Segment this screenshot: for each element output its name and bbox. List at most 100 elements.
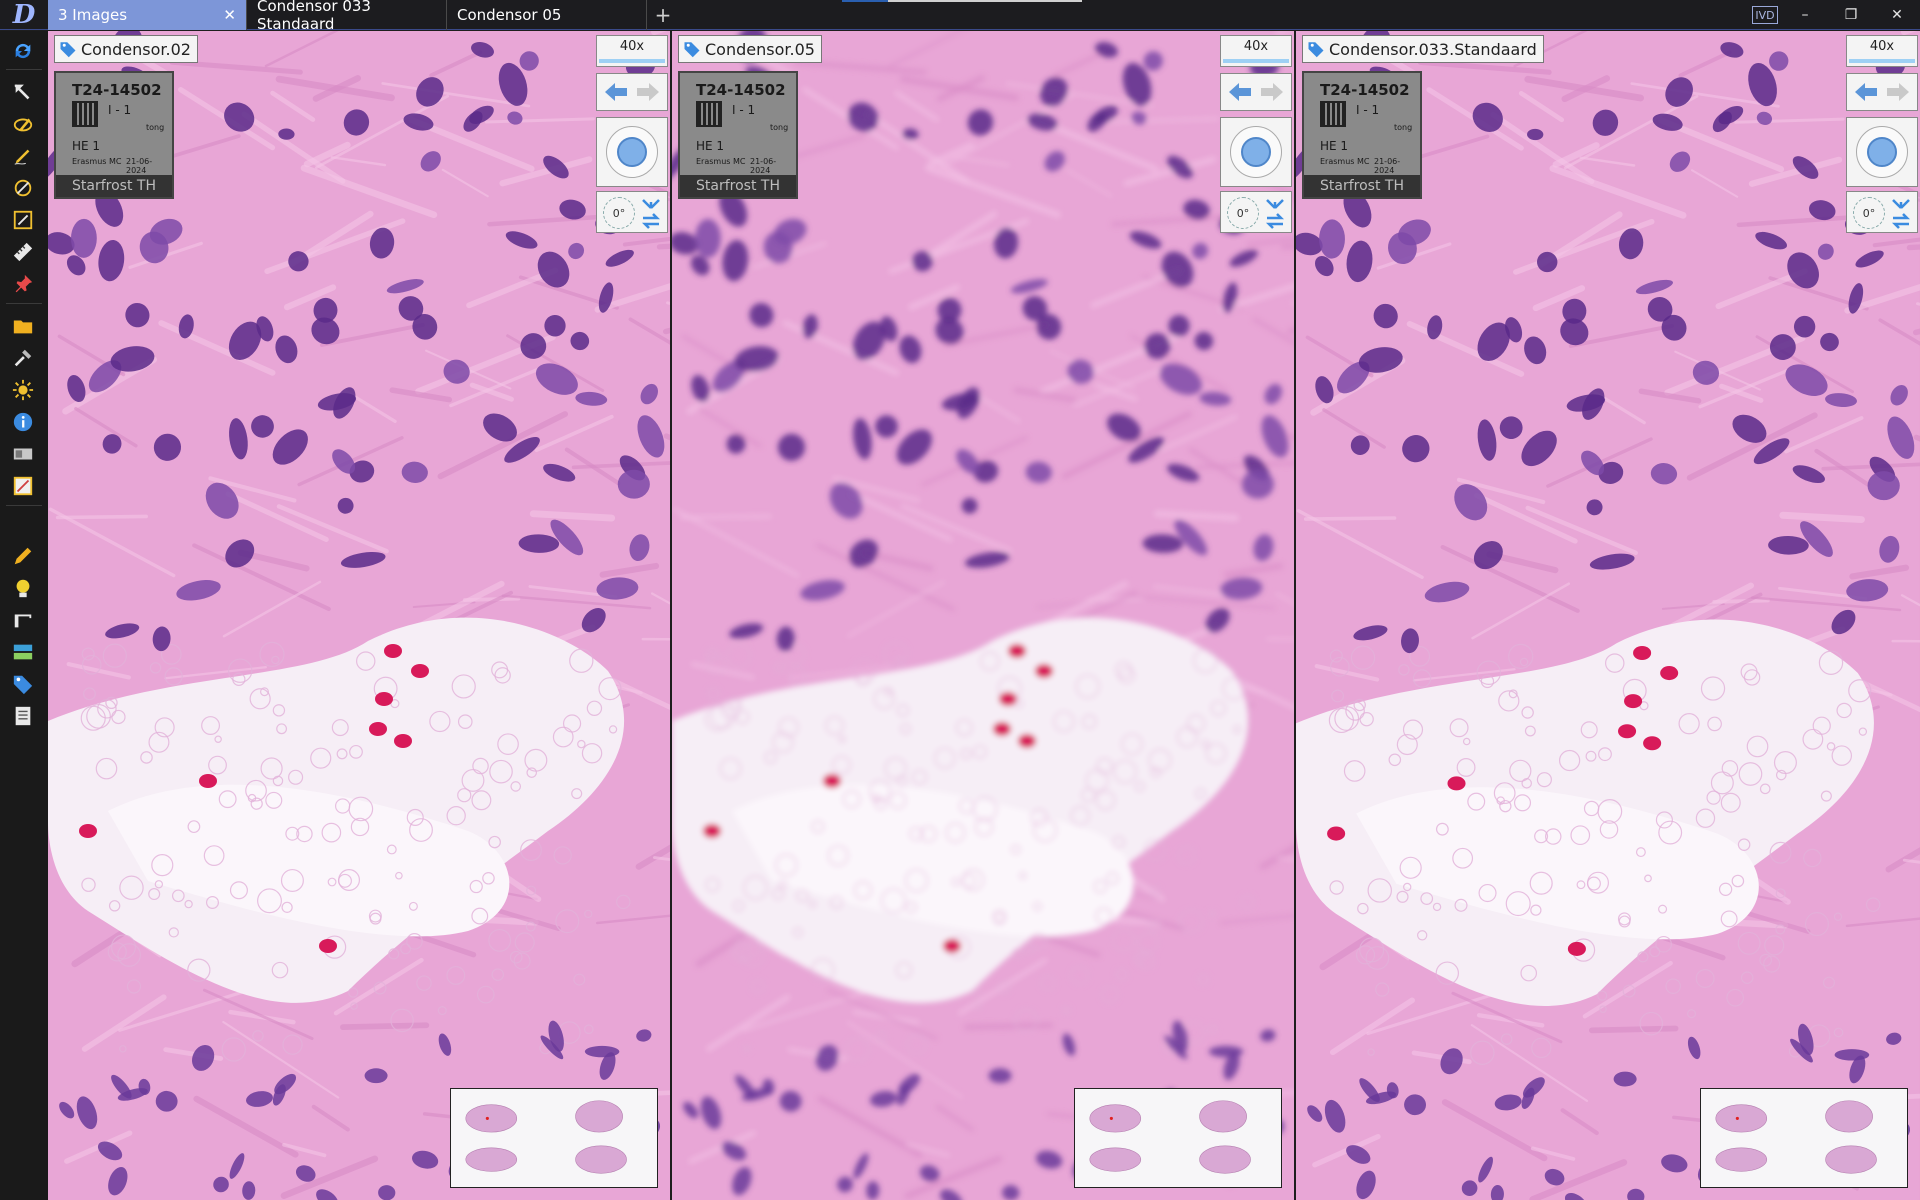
bulb-icon[interactable] — [10, 575, 36, 601]
forward-arrow-icon[interactable] — [635, 81, 661, 103]
brightness-icon[interactable] — [10, 377, 36, 403]
focus-control — [1846, 117, 1918, 187]
label-stain: HE 1 — [696, 139, 725, 153]
label-site: Erasmus MC — [1320, 157, 1370, 166]
ruler-edit-icon[interactable] — [10, 207, 36, 233]
slide-name-text: Condensor.05 — [705, 39, 815, 59]
tab-condensor-033-standaard[interactable]: Condensor 033 Standaard — [247, 0, 447, 33]
history-nav — [596, 73, 668, 111]
zoom-control[interactable]: 40x — [596, 35, 668, 67]
image-adjust-icon[interactable] — [10, 473, 36, 499]
zoom-slider[interactable] — [599, 59, 665, 63]
tag-icon — [1308, 42, 1324, 58]
focus-knob[interactable] — [606, 126, 658, 178]
slide-viewport-3[interactable]: Condensor.033.Standaard T24-14502 I - 1 … — [1296, 31, 1920, 1200]
overview-thumbnail[interactable] — [1701, 1089, 1907, 1187]
settings-tools-icon[interactable] — [10, 345, 36, 371]
label-site: Erasmus MC — [72, 157, 122, 166]
qr-code-icon — [696, 101, 722, 127]
select-arrow-icon[interactable] — [10, 79, 36, 105]
ruler-icon[interactable] — [10, 239, 36, 265]
overview-thumbnail[interactable] — [451, 1089, 657, 1187]
focus-knob-indicator — [617, 137, 647, 167]
tab-close-icon[interactable]: ✕ — [223, 6, 236, 24]
slide-viewport-2[interactable]: Condensor.05 T24-14502 I - 1 tong HE 1 E… — [672, 31, 1294, 1200]
slide-name-badge[interactable]: Condensor.05 — [678, 35, 822, 63]
history-nav — [1220, 73, 1292, 111]
focus-knob[interactable] — [1856, 126, 1908, 178]
zoom-level: 40x — [1869, 39, 1895, 54]
qr-code-icon — [1320, 101, 1346, 127]
flip-rotate-icon[interactable] — [1263, 196, 1287, 230]
zoom-level: 40x — [619, 39, 645, 54]
label-case-number: T24-14502 — [1320, 81, 1410, 99]
slide-label-thumbnail[interactable]: T24-14502 I - 1 tong HE 1 Erasmus MC 21-… — [54, 71, 174, 199]
tag-icon — [684, 42, 700, 58]
back-arrow-icon[interactable] — [1227, 81, 1253, 103]
freehand-pencil-icon[interactable] — [10, 143, 36, 169]
folder-open-icon[interactable] — [10, 313, 36, 339]
tab-label: 3 Images — [58, 6, 128, 24]
tag-icon — [60, 42, 76, 58]
slide-name-badge[interactable]: Condensor.02 — [54, 35, 198, 63]
label-case-number: T24-14502 — [72, 81, 162, 99]
label-footer: Starfrost TH — [680, 175, 796, 197]
back-arrow-icon[interactable] — [1853, 81, 1879, 103]
close-window-button[interactable]: ✕ — [1874, 0, 1920, 30]
tab-condensor-05[interactable]: Condensor 05 — [447, 0, 647, 30]
label-stain: HE 1 — [72, 139, 101, 153]
restore-button[interactable]: ❐ — [1828, 0, 1874, 30]
rotation-dial[interactable]: 0° — [603, 197, 635, 229]
slide-viewport-1[interactable]: Condensor.02 T24-14502 I - 1 tong HE 1 E… — [48, 31, 670, 1200]
zoom-control[interactable]: 40x — [1220, 35, 1292, 67]
rotation-dial[interactable]: 0° — [1227, 197, 1259, 229]
zoom-slider[interactable] — [1223, 59, 1289, 63]
slide-label-icon[interactable] — [10, 441, 36, 467]
measure-compass-icon[interactable] — [10, 175, 36, 201]
pin-icon[interactable] — [10, 271, 36, 297]
focus-knob-indicator — [1241, 137, 1271, 167]
tissue-image[interactable] — [672, 31, 1294, 1200]
toolbar-divider — [6, 505, 42, 506]
overview-thumbnail[interactable] — [1075, 1089, 1281, 1187]
report-icon[interactable] — [10, 703, 36, 729]
minimize-button[interactable]: – — [1782, 0, 1828, 30]
layout-icon[interactable] — [10, 639, 36, 665]
slide-overview-map[interactable] — [1700, 1088, 1908, 1188]
flip-rotate-icon[interactable] — [639, 196, 663, 230]
slide-name-badge[interactable]: Condensor.033.Standaard — [1302, 35, 1544, 63]
slide-overview-map[interactable] — [1074, 1088, 1282, 1188]
label-date: 21-06-2024 — [126, 157, 153, 175]
zoom-control[interactable]: 40x — [1846, 35, 1918, 67]
tag-icon[interactable] — [10, 671, 36, 697]
add-tab-button[interactable]: + — [653, 0, 673, 30]
slide-overview-map[interactable] — [450, 1088, 658, 1188]
label-site: Erasmus MC — [696, 157, 746, 166]
forward-arrow-icon[interactable] — [1259, 81, 1285, 103]
tissue-image[interactable] — [48, 31, 670, 1200]
focus-knob[interactable] — [1230, 126, 1282, 178]
tab-3-images[interactable]: 3 Images ✕ — [48, 0, 247, 30]
refresh-icon[interactable] — [10, 38, 36, 64]
slide-label-thumbnail[interactable]: T24-14502 I - 1 tong HE 1 Erasmus MC 21-… — [1302, 71, 1422, 199]
label-block: I - 1 — [108, 103, 132, 117]
annotation-pen-icon[interactable] — [10, 111, 36, 137]
clamp-icon[interactable] — [10, 607, 36, 633]
tissue-image[interactable] — [1296, 31, 1920, 1200]
label-tissue: tong — [770, 123, 789, 132]
slide-label-thumbnail[interactable]: T24-14502 I - 1 tong HE 1 Erasmus MC 21-… — [678, 71, 798, 199]
label-date: 21-06-2024 — [1374, 157, 1401, 175]
rotation-dial[interactable]: 0° — [1853, 197, 1885, 229]
zoom-slider[interactable] — [1849, 59, 1915, 63]
flip-rotate-icon[interactable] — [1889, 196, 1913, 230]
zoom-level: 40x — [1243, 39, 1269, 54]
rotation-control: 0° — [596, 191, 668, 233]
forward-arrow-icon[interactable] — [1885, 81, 1911, 103]
info-icon[interactable] — [10, 409, 36, 435]
app-logo-icon[interactable]: D — [0, 0, 48, 30]
label-block: I - 1 — [1356, 103, 1380, 117]
back-arrow-icon[interactable] — [603, 81, 629, 103]
pencil-icon[interactable] — [10, 543, 36, 569]
tab-label: Condensor 033 Standaard — [257, 0, 371, 33]
rotation-control: 0° — [1220, 191, 1292, 233]
